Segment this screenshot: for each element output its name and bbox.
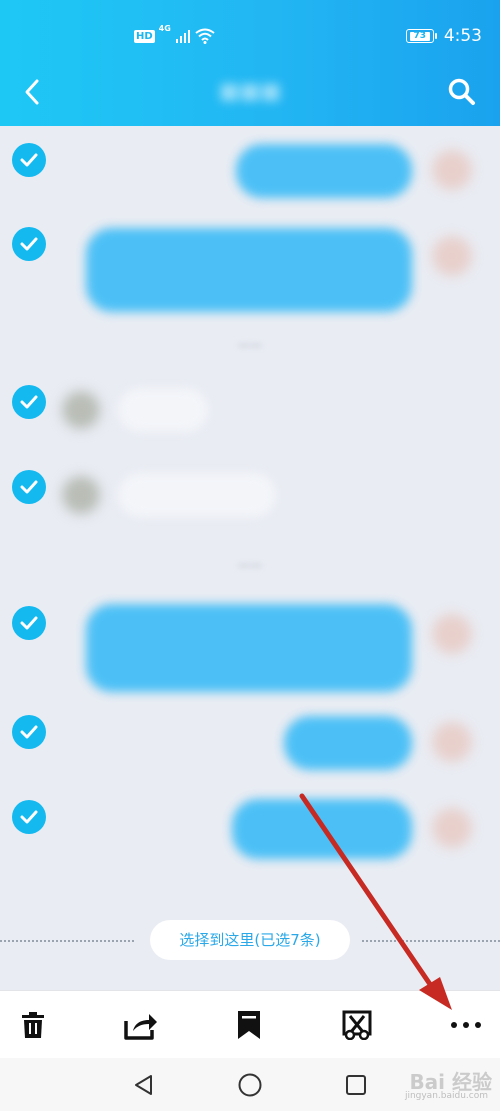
message-bubble-outgoing	[86, 228, 412, 312]
selection-row: 选择到这里(已选7条)	[0, 916, 500, 966]
avatar	[432, 808, 472, 848]
timestamp-blurred: ——	[238, 558, 262, 572]
message-checkbox[interactable]	[12, 470, 46, 504]
message-checkbox[interactable]	[12, 227, 46, 261]
avatar	[62, 391, 100, 429]
check-icon	[20, 725, 38, 739]
delete-button[interactable]	[13, 1005, 53, 1045]
check-icon	[20, 395, 38, 409]
share-icon	[124, 1014, 157, 1040]
battery-level: 73	[409, 31, 430, 41]
watermark: Bai 经验 jingyan.baidu.com	[392, 1066, 492, 1106]
check-icon	[20, 480, 38, 494]
status-icons: HD 4G	[134, 24, 215, 46]
check-icon	[20, 237, 38, 251]
clock: 4:53	[443, 26, 482, 46]
check-icon	[20, 153, 38, 167]
message-bubble-outgoing	[232, 799, 412, 859]
nav-home-button[interactable]	[235, 1070, 265, 1100]
status-right: 73 4:53	[405, 25, 482, 47]
battery-icon: 73	[405, 29, 437, 43]
wifi-icon	[195, 28, 215, 44]
message-checkbox[interactable]	[12, 143, 46, 177]
timestamp-blurred: ——	[238, 338, 262, 352]
back-button[interactable]	[14, 74, 50, 110]
select-to-here-button[interactable]: 选择到这里(已选7条)	[150, 920, 350, 960]
message-bubble-outgoing	[236, 144, 412, 198]
system-nav-bar: Bai 经验 jingyan.baidu.com	[0, 1058, 500, 1111]
nav-back-button[interactable]	[128, 1070, 158, 1100]
avatar	[432, 614, 472, 654]
message-bubble-incoming	[118, 388, 208, 432]
avatar	[432, 722, 472, 762]
triangle-back-icon	[135, 1075, 152, 1095]
check-icon	[20, 616, 38, 630]
check-icon	[20, 810, 38, 824]
message-bubble-incoming	[118, 473, 276, 517]
message-checkbox[interactable]	[12, 606, 46, 640]
nav-recents-button[interactable]	[341, 1070, 371, 1100]
signal-icon	[175, 30, 190, 43]
share-button[interactable]	[121, 1005, 161, 1045]
more-button[interactable]	[446, 1005, 486, 1045]
status-bar: HD 4G 73 4:53	[0, 0, 500, 70]
search-icon	[448, 78, 475, 105]
watermark-sub: jingyan.baidu.com	[404, 1091, 488, 1101]
message-list[interactable]: —— ——	[0, 126, 500, 990]
avatar	[432, 150, 472, 190]
trash-icon	[22, 1012, 44, 1038]
action-toolbar	[0, 990, 500, 1058]
more-icon	[451, 1022, 481, 1028]
divider	[0, 940, 134, 942]
square-recents-icon	[346, 1075, 366, 1095]
divider	[362, 940, 500, 942]
screenshot-button[interactable]	[337, 1005, 377, 1045]
chevron-left-icon	[25, 79, 39, 105]
bookmark-icon	[238, 1011, 260, 1039]
screenshot-scissors-icon	[342, 1010, 372, 1040]
avatar	[62, 476, 100, 514]
network-type: 4G	[158, 24, 171, 33]
bookmark-button[interactable]	[229, 1005, 269, 1045]
avatar	[432, 236, 472, 276]
message-checkbox[interactable]	[12, 715, 46, 749]
chat-title-blurred: ■■■	[218, 79, 282, 104]
message-checkbox[interactable]	[12, 385, 46, 419]
search-button[interactable]	[444, 74, 480, 110]
circle-home-icon	[238, 1073, 262, 1097]
message-checkbox[interactable]	[12, 800, 46, 834]
message-bubble-outgoing	[86, 604, 412, 692]
top-bar: HD 4G 73 4:53 ■■■	[0, 0, 500, 126]
hd-badge: HD	[134, 29, 155, 43]
message-bubble-outgoing	[284, 716, 412, 770]
